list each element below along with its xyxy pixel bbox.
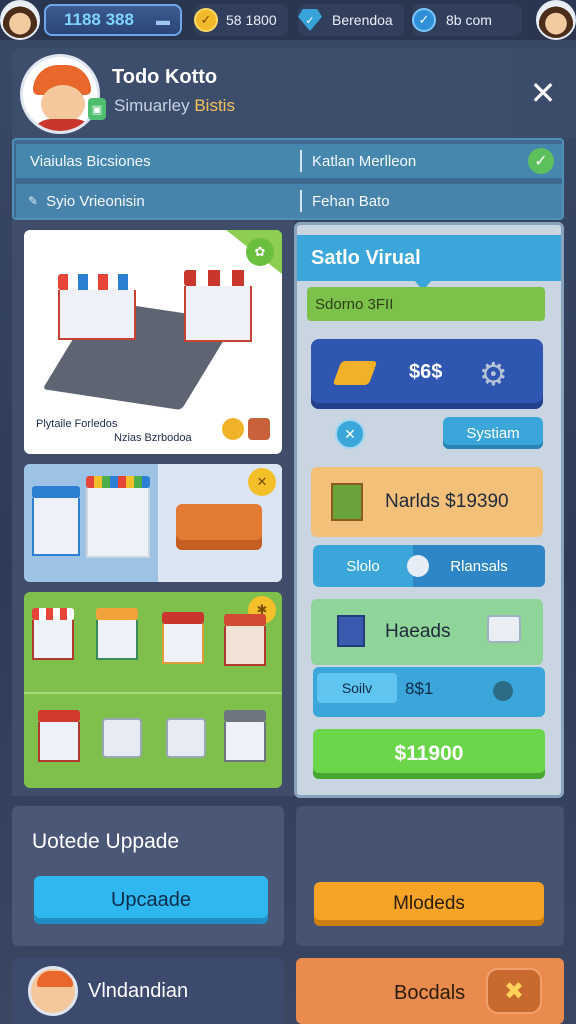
- gem-icon: ✓: [298, 9, 322, 31]
- system-button[interactable]: Systiam: [443, 417, 543, 449]
- price-card[interactable]: $6$ ⚙: [311, 339, 543, 409]
- player-avatar-icon[interactable]: [0, 0, 40, 40]
- tag-icon: ✎: [28, 194, 39, 208]
- footer-tools[interactable]: Bocdals ✖: [296, 958, 564, 1024]
- price-value: $6$: [409, 361, 443, 383]
- profile-avatar-icon[interactable]: [20, 54, 100, 134]
- storefront-panel: [24, 464, 158, 582]
- slider-knob[interactable]: [493, 681, 513, 701]
- leaf-icon: ✿: [246, 238, 274, 266]
- product-label: Narlds $19390: [385, 491, 509, 512]
- link-icon[interactable]: ✕: [335, 419, 365, 449]
- buy-button[interactable]: $11900: [313, 729, 545, 779]
- diamond-icon: [332, 361, 378, 385]
- models-panel: Mlodeds: [296, 806, 564, 946]
- shop-building-icon: [32, 608, 74, 660]
- coin-value: 58 1800: [226, 12, 277, 28]
- shop-building-icon: [32, 486, 80, 556]
- gem-value: Berendoa: [332, 12, 393, 28]
- shop-building-icon: [58, 274, 136, 340]
- close-panel: ✕: [510, 48, 576, 138]
- store-detail-panel: Satlo Virual Sdorno 3FII $6$ ⚙ ✕ Systiam…: [294, 222, 564, 798]
- shop-building-icon: [184, 270, 252, 342]
- coin-icon: ✓: [194, 8, 218, 32]
- avatar: [28, 966, 78, 1016]
- store-card-isometric[interactable]: ✿ Plytaile Forledos Nzias Bzrbodoa: [24, 230, 282, 454]
- tab-slolo[interactable]: Slolo: [313, 545, 413, 587]
- divider: [24, 692, 282, 694]
- tools-icon: ✕: [248, 468, 276, 496]
- cart-icon: [166, 718, 206, 758]
- store-gallery: ✿ Plytaile Forledos Nzias Bzrbodoa ✕ ✱: [12, 220, 294, 796]
- store-card-furniture[interactable]: ✕: [24, 464, 282, 582]
- tab-bar: Slolo Rlansals: [313, 545, 545, 587]
- panel-title: Satlo Virual: [297, 235, 561, 281]
- info-row1-right: Katlan Merlleon: [312, 152, 417, 170]
- cash-value: 1188 388: [64, 10, 134, 29]
- info-row: Viaiulas Bicsiones Katlan Merlleon ✓: [16, 144, 562, 178]
- amount-value: 8$1: [405, 679, 434, 698]
- upgrade-panel: Uotede Uppade Upcaade: [12, 806, 284, 946]
- tab-rlansals[interactable]: Rlansals: [413, 545, 545, 587]
- crate-icon: [331, 483, 363, 521]
- cart-icon: [102, 718, 142, 758]
- coin-icon: [222, 418, 244, 440]
- shop-building-icon: [96, 608, 138, 660]
- cash-counter[interactable]: 1188 388 ▬: [44, 4, 182, 36]
- profile-subtitle: Simuarley Bistis: [114, 96, 235, 116]
- toggle-icon[interactable]: [407, 555, 429, 577]
- heads-label: Haeads: [385, 621, 451, 642]
- footer-right-label: Bocdals: [394, 982, 466, 1004]
- check-counter[interactable]: ✓ 8b com: [412, 4, 522, 36]
- info-divider: [300, 150, 302, 172]
- profile-badge-icon: ▣: [88, 98, 106, 120]
- shop-building-icon: [224, 710, 266, 762]
- upgrade-button[interactable]: Upcaade: [34, 876, 268, 924]
- info-row2-left: Syio Vrieonisin: [46, 192, 145, 210]
- profile-subtitle-a: Simuarley: [114, 96, 190, 115]
- amount-label: Soilv: [317, 673, 397, 703]
- info-panel: Viaiulas Bicsiones Katlan Merlleon ✓ ✎ S…: [12, 138, 564, 220]
- check-icon: ✓: [412, 8, 436, 32]
- info-row2-right: Fehan Bato: [312, 192, 390, 210]
- shop-building-icon: [224, 614, 266, 666]
- crate-icon: [248, 418, 270, 440]
- store-card-catalog[interactable]: ✱: [24, 592, 282, 788]
- card-caption: Nzias Bzrbodoa: [114, 432, 192, 444]
- sofa-icon: [176, 504, 262, 550]
- printer-icon: [487, 615, 521, 643]
- footer-profile[interactable]: Vlndandian: [12, 958, 284, 1024]
- amount-field[interactable]: Soilv 8$1: [313, 667, 545, 717]
- shop-building-icon: [86, 476, 150, 564]
- status-bar: Sdorno 3FII: [307, 287, 545, 321]
- upgrade-title: Uotede Uppade: [32, 830, 180, 853]
- cube-icon: [337, 615, 365, 647]
- profile-header: ▣ Todo Kotto Simuarley Bistis: [12, 48, 510, 138]
- info-row1-left: Viaiulas Bicsiones: [30, 152, 151, 170]
- info-divider: [300, 190, 302, 212]
- shop-building-icon: [162, 612, 204, 664]
- coin-counter[interactable]: ✓ 58 1800: [194, 4, 288, 36]
- heads-card[interactable]: Haeads: [311, 599, 543, 665]
- models-button[interactable]: Mlodeds: [314, 882, 544, 926]
- friend-avatar-icon[interactable]: [536, 0, 576, 40]
- tools-icon[interactable]: ✖: [486, 968, 542, 1014]
- shop-building-icon: [38, 710, 80, 762]
- top-resource-bar: 1188 388 ▬ ✓ 58 1800 ✓ Berendoa ✓ 8b com: [0, 0, 576, 40]
- footer-left-label: Vlndandian: [88, 980, 189, 1002]
- check-value: 8b com: [446, 12, 492, 28]
- check-icon[interactable]: ✓: [528, 148, 554, 174]
- info-row: ✎ Syio Vrieonisin Fehan Bato: [16, 184, 562, 218]
- profile-name: Todo Kotto: [112, 66, 218, 88]
- cash-icon: ▬: [156, 12, 170, 28]
- close-icon[interactable]: ✕: [530, 77, 557, 109]
- card-caption: Plytaile Forledos: [36, 418, 118, 430]
- gear-icon[interactable]: ⚙: [479, 355, 508, 393]
- profile-subtitle-b: Bistis: [194, 96, 235, 115]
- info-row2-left-wrap: ✎ Syio Vrieonisin: [28, 184, 145, 218]
- gem-counter[interactable]: ✓ Berendoa: [298, 4, 404, 36]
- product-card[interactable]: Narlds $19390: [311, 467, 543, 537]
